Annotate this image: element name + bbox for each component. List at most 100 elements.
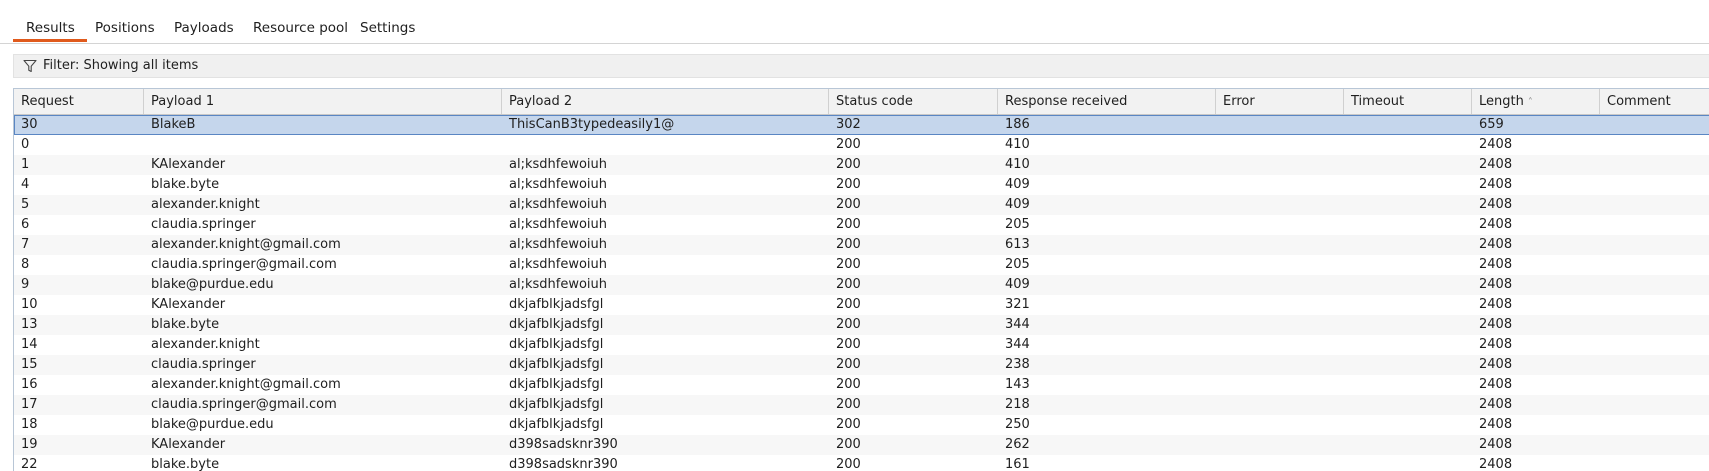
cell-request: 19 <box>21 437 38 452</box>
cell-length: 2408 <box>1479 417 1513 432</box>
cell-timeout <box>1344 375 1472 395</box>
tab-payloads[interactable]: Payloads <box>174 20 234 36</box>
table-row[interactable]: 5 alexander.knight al;ksdhfewoiuh 200 409 240… <box>14 195 1709 215</box>
cell-request: 5 <box>21 197 30 212</box>
filter-bar[interactable]: Filter: Showing all items <box>13 54 1709 78</box>
cell-comment <box>1600 235 1709 255</box>
table-row[interactable]: 4 blake.byte al;ksdhfewoiuh 200 409 2408 <box>14 175 1709 195</box>
cell-payload-1: claudia.springer <box>151 357 256 372</box>
cell-request: 6 <box>21 217 30 232</box>
cell-timeout <box>1344 455 1472 471</box>
cell-request: 16 <box>21 377 38 392</box>
cell-error <box>1216 175 1344 195</box>
column-header-length-label: Length <box>1479 94 1524 109</box>
table-row[interactable]: 18 blake@purdue.edu dkjafblkjadsfgl 200 250 2… <box>14 415 1709 435</box>
tab-settings[interactable]: Settings <box>360 20 415 36</box>
cell-request: 18 <box>21 417 38 432</box>
cell-timeout <box>1344 275 1472 295</box>
column-header-response-received[interactable]: Response received <box>998 89 1216 114</box>
table-row[interactable]: 8 claudia.springer@gmail.com al;ksdhfewoiu… <box>14 255 1709 275</box>
cell-comment <box>1600 415 1709 435</box>
cell-request: 10 <box>21 297 38 312</box>
cell-error <box>1216 275 1344 295</box>
cell-length: 2408 <box>1479 357 1513 372</box>
cell-length: 2408 <box>1479 397 1513 412</box>
table-row[interactable]: 13 blake.byte dkjafblkjadsfgl 200 344 2408 <box>14 315 1709 335</box>
cell-request: 17 <box>21 397 38 412</box>
column-header-error[interactable]: Error <box>1216 89 1344 114</box>
cell-error <box>1216 315 1344 335</box>
cell-timeout <box>1344 215 1472 235</box>
cell-request: 7 <box>21 237 30 252</box>
results-table: Request Payload 1 Payload 2 Status code … <box>13 88 1709 471</box>
sort-ascending-icon: ˄ <box>1527 97 1533 108</box>
cell-payload-1: alexander.knight <box>151 337 260 352</box>
cell-request: 22 <box>21 457 38 471</box>
cell-comment <box>1600 395 1709 415</box>
cell-length: 2408 <box>1479 317 1513 332</box>
cell-request: 1 <box>21 157 30 172</box>
table-row[interactable]: 30 BlakeB ThisCanB3typedeasily1@ 302 186 659 <box>14 115 1709 135</box>
cell-payload-1: alexander.knight <box>151 197 260 212</box>
cell-status-code: 200 <box>836 237 861 252</box>
column-header-status-code[interactable]: Status code <box>829 89 998 114</box>
table-row[interactable]: 6 claudia.springer al;ksdhfewoiuh 200 205 240… <box>14 215 1709 235</box>
tab-positions[interactable]: Positions <box>95 20 155 36</box>
cell-length: 2408 <box>1479 177 1513 192</box>
column-header-payload-1[interactable]: Payload 1 <box>144 89 502 114</box>
cell-status-code: 200 <box>836 257 861 272</box>
column-header-length[interactable]: Length ˄ <box>1472 89 1600 114</box>
cell-response-received: 409 <box>1005 197 1030 212</box>
column-header-timeout[interactable]: Timeout <box>1344 89 1472 114</box>
cell-status-code: 200 <box>836 137 861 152</box>
table-row[interactable]: 19 KAlexander d398sadsknr390 200 262 2408 <box>14 435 1709 455</box>
cell-payload-1: KAlexander <box>151 297 226 312</box>
cell-length: 2408 <box>1479 157 1513 172</box>
tab-results[interactable]: Results <box>26 20 75 36</box>
table-row[interactable]: 15 claudia.springer dkjafblkjadsfgl 200 238 2… <box>14 355 1709 375</box>
cell-response-received: 613 <box>1005 237 1030 252</box>
cell-error <box>1216 215 1344 235</box>
table-row[interactable]: 1 KAlexander al;ksdhfewoiuh 200 410 2408 <box>14 155 1709 175</box>
table-row[interactable]: 9 blake@purdue.edu al;ksdhfewoiuh 200 409 240… <box>14 275 1709 295</box>
cell-request: 30 <box>21 117 38 132</box>
cell-error <box>1216 115 1344 135</box>
table-row[interactable]: 16 alexander.knight@gmail.com dkjafblkjads… <box>14 375 1709 395</box>
table-row[interactable]: 22 blake.byte d398sadsknr390 200 161 2408 <box>14 455 1709 471</box>
cell-timeout <box>1344 355 1472 375</box>
cell-status-code: 200 <box>836 177 861 192</box>
cell-error <box>1216 295 1344 315</box>
cell-timeout <box>1344 135 1472 155</box>
table-row[interactable]: 17 claudia.springer@gmail.com dkjafblkjads… <box>14 395 1709 415</box>
cell-timeout <box>1344 255 1472 275</box>
cell-response-received: 186 <box>1005 117 1030 132</box>
cell-payload-2: dkjafblkjadsfgl <box>509 317 604 332</box>
cell-payload-2: dkjafblkjadsfgl <box>509 337 604 352</box>
cell-payload-1: claudia.springer@gmail.com <box>151 257 337 272</box>
table-row[interactable]: 0 200 410 2408 <box>14 135 1709 155</box>
cell-comment <box>1600 455 1709 471</box>
column-header-payload-2[interactable]: Payload 2 <box>502 89 829 114</box>
cell-length: 2408 <box>1479 137 1513 152</box>
tab-bar: Results Positions Payloads Resource pool… <box>0 0 1709 44</box>
cell-payload-2: dkjafblkjadsfgl <box>509 417 604 432</box>
column-header-comment[interactable]: Comment <box>1600 89 1709 114</box>
table-row[interactable]: 14 alexander.knight dkjafblkjadsfgl 200 344 2… <box>14 335 1709 355</box>
table-header: Request Payload 1 Payload 2 Status code … <box>14 89 1709 115</box>
cell-length: 2408 <box>1479 237 1513 252</box>
cell-comment <box>1600 315 1709 335</box>
cell-status-code: 200 <box>836 197 861 212</box>
cell-length: 2408 <box>1479 457 1513 471</box>
cell-payload-2: dkjafblkjadsfgl <box>509 357 604 372</box>
table-row[interactable]: 10 KAlexander dkjafblkjadsfgl 200 321 2408 <box>14 295 1709 315</box>
tab-resource-pool[interactable]: Resource pool <box>253 20 348 36</box>
cell-comment <box>1600 155 1709 175</box>
cell-error <box>1216 255 1344 275</box>
table-row[interactable]: 7 alexander.knight@gmail.com al;ksdhfewoiu… <box>14 235 1709 255</box>
column-header-request[interactable]: Request <box>14 89 144 114</box>
cell-comment <box>1600 355 1709 375</box>
cell-error <box>1216 435 1344 455</box>
cell-payload-1: BlakeB <box>151 117 196 132</box>
cell-payload-1: blake@purdue.edu <box>151 277 274 292</box>
cell-payload-1: blake@purdue.edu <box>151 417 274 432</box>
